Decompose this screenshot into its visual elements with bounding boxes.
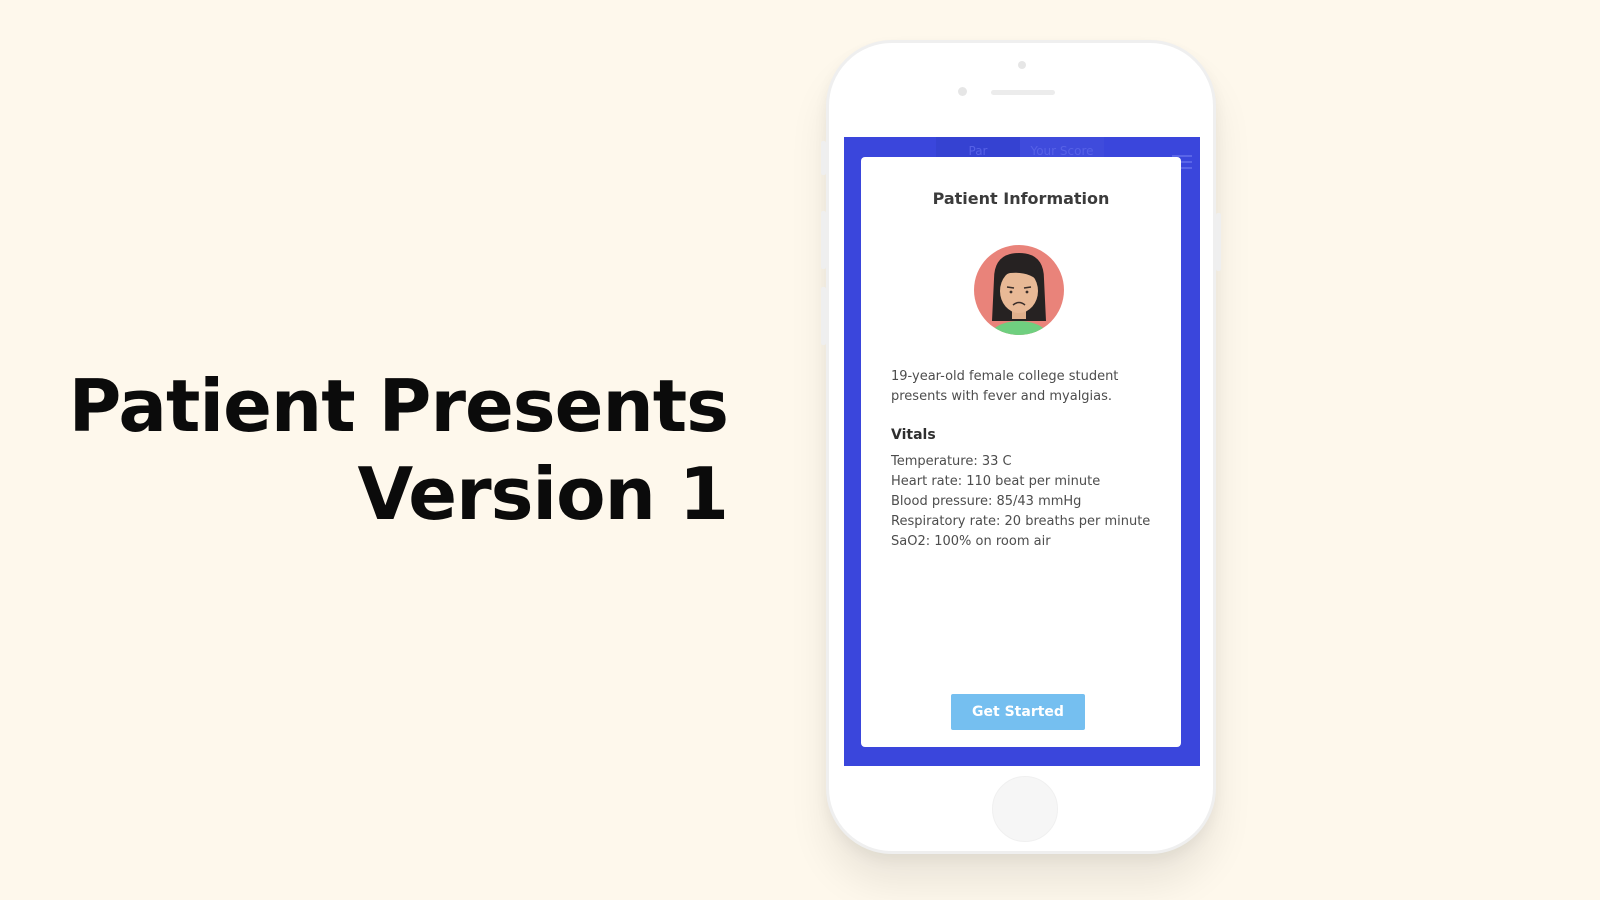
phone-power-button bbox=[1216, 213, 1221, 271]
slide-title-line-2: Version 1 bbox=[357, 452, 729, 536]
female-patient-avatar-icon bbox=[974, 245, 1064, 335]
case-description: 19-year-old female college student prese… bbox=[891, 369, 1119, 404]
modal-title: Patient Information bbox=[932, 189, 1110, 208]
vitals-list: Temperature: 33 C Heart rate: 110 beat p… bbox=[891, 452, 1150, 552]
home-button[interactable] bbox=[992, 776, 1058, 842]
vitals-heading: Vitals bbox=[891, 427, 936, 443]
proximity-sensor-icon bbox=[958, 87, 967, 96]
slide-title-line-1: Patient Presents bbox=[68, 364, 729, 448]
phone-silent-switch bbox=[821, 141, 826, 175]
front-camera-icon bbox=[1018, 61, 1026, 69]
get-started-button[interactable]: Get Started bbox=[951, 694, 1085, 730]
vital-sao2: SaO2: 100% on room air bbox=[891, 534, 1051, 549]
vital-temperature: Temperature: 33 C bbox=[891, 454, 1012, 469]
vital-respiratory-rate: Respiratory rate: 20 breaths per minute bbox=[891, 514, 1151, 529]
patient-information-modal: Patient Information 19-year-old female c… bbox=[861, 157, 1181, 747]
earpiece-speaker bbox=[991, 90, 1055, 95]
phone-volume-up-button bbox=[821, 211, 826, 269]
phone-mockup: Par Your Score Patient Information 19-ye… bbox=[821, 40, 1221, 854]
slide-title: Patient Presents Version 1 bbox=[68, 362, 729, 538]
phone-volume-down-button bbox=[821, 287, 826, 345]
app-screen: Par Your Score Patient Information 19-ye… bbox=[844, 137, 1200, 766]
vital-blood-pressure: Blood pressure: 85/43 mmHg bbox=[891, 494, 1082, 509]
vital-heart-rate: Heart rate: 110 beat per minute bbox=[891, 474, 1101, 489]
